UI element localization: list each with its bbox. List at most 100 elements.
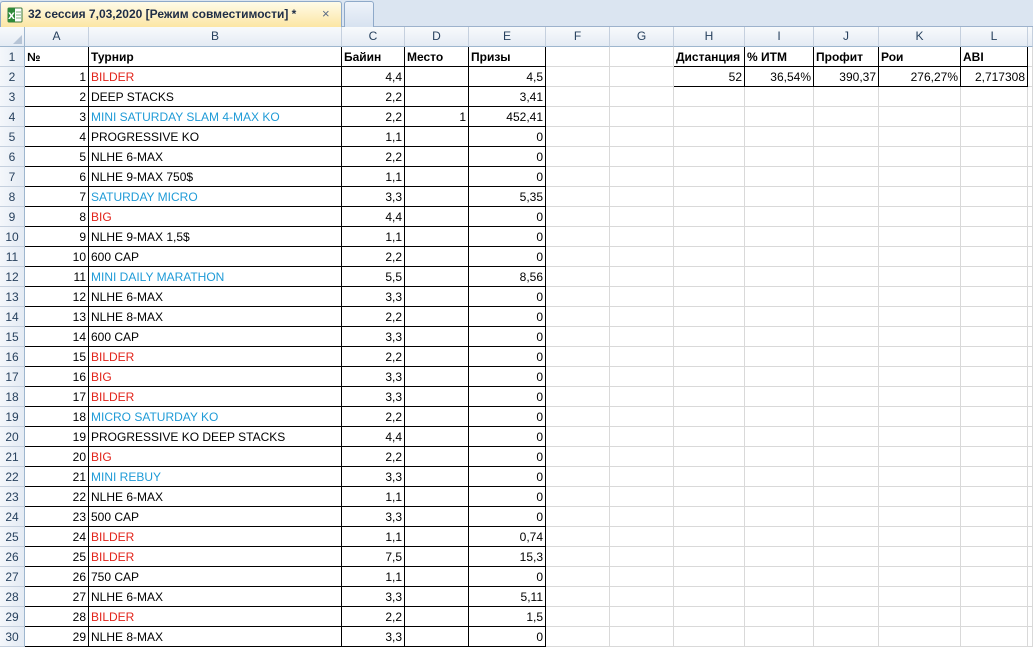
cell-empty[interactable]: [1028, 167, 1033, 187]
cell-empty[interactable]: [745, 287, 814, 307]
cell-place[interactable]: [405, 367, 469, 387]
cell-empty[interactable]: [879, 87, 961, 107]
cell-tournament[interactable]: NLHE 9-MAX 1,5$: [89, 227, 342, 247]
cell-number[interactable]: 1: [25, 67, 89, 87]
cell-empty[interactable]: [546, 67, 610, 87]
cell-number[interactable]: 9: [25, 227, 89, 247]
row-header-17[interactable]: 17: [0, 367, 25, 387]
cell-empty[interactable]: [610, 207, 674, 227]
cell-empty[interactable]: [879, 267, 961, 287]
cell-empty[interactable]: [1028, 207, 1033, 227]
cell-empty[interactable]: [745, 327, 814, 347]
cell-number[interactable]: 26: [25, 567, 89, 587]
cell-empty[interactable]: [610, 67, 674, 87]
cell-empty[interactable]: [814, 407, 879, 427]
cell-number[interactable]: 25: [25, 547, 89, 567]
cell-empty[interactable]: [814, 367, 879, 387]
cell-empty[interactable]: [961, 367, 1028, 387]
cell-empty[interactable]: [546, 547, 610, 567]
table-header[interactable]: Байин: [342, 47, 405, 67]
column-header-f[interactable]: F: [546, 27, 610, 47]
workbook-tab[interactable]: X 32 сессия 7,03,2020 [Режим совместимос…: [0, 1, 342, 27]
cell-empty[interactable]: [1028, 587, 1033, 607]
cell-empty[interactable]: [546, 427, 610, 447]
cell-tournament[interactable]: NLHE 6-MAX: [89, 147, 342, 167]
cell-empty[interactable]: [745, 427, 814, 447]
cell-empty[interactable]: [1028, 467, 1033, 487]
cell-empty[interactable]: [879, 447, 961, 467]
cell-place[interactable]: [405, 427, 469, 447]
cell-empty[interactable]: [745, 307, 814, 327]
cell-prize[interactable]: 0: [469, 567, 546, 587]
cell-prize[interactable]: 0: [469, 487, 546, 507]
cell-empty[interactable]: [546, 327, 610, 347]
cell-empty[interactable]: [610, 127, 674, 147]
cell-empty[interactable]: [814, 307, 879, 327]
table-header[interactable]: Место: [405, 47, 469, 67]
row-header-7[interactable]: 7: [0, 167, 25, 187]
column-header-a[interactable]: A: [25, 27, 89, 47]
cell-tournament[interactable]: BILDER: [89, 527, 342, 547]
cell-buyin[interactable]: 2,2: [342, 347, 405, 367]
cell-empty[interactable]: [961, 527, 1028, 547]
cell-buyin[interactable]: 1,1: [342, 567, 405, 587]
cell-empty[interactable]: [814, 427, 879, 447]
cell-number[interactable]: 13: [25, 307, 89, 327]
cell-empty[interactable]: [546, 227, 610, 247]
cell-empty[interactable]: [814, 487, 879, 507]
cell-empty[interactable]: [879, 247, 961, 267]
cell-empty[interactable]: [610, 367, 674, 387]
cell-empty[interactable]: [961, 587, 1028, 607]
cell-number[interactable]: 19: [25, 427, 89, 447]
cell-empty[interactable]: [1028, 47, 1033, 67]
column-header-h[interactable]: H: [674, 27, 745, 47]
cell-empty[interactable]: [745, 387, 814, 407]
cell-empty[interactable]: [961, 347, 1028, 367]
cell-empty[interactable]: [1028, 247, 1033, 267]
cell-empty[interactable]: [610, 167, 674, 187]
cell-empty[interactable]: [674, 167, 745, 187]
cell-prize[interactable]: 0: [469, 627, 546, 647]
cell-empty[interactable]: [546, 487, 610, 507]
summary-value[interactable]: 36,54%: [745, 67, 814, 87]
row-header-16[interactable]: 16: [0, 347, 25, 367]
cell-number[interactable]: 12: [25, 287, 89, 307]
cell-tournament[interactable]: MINI DAILY MARATHON: [89, 267, 342, 287]
cell-empty[interactable]: [1028, 427, 1033, 447]
cell-empty[interactable]: [814, 247, 879, 267]
cell-place[interactable]: [405, 387, 469, 407]
cell-empty[interactable]: [879, 127, 961, 147]
cell-empty[interactable]: [674, 107, 745, 127]
cell-prize[interactable]: 0: [469, 227, 546, 247]
cell-number[interactable]: 2: [25, 87, 89, 107]
cell-empty[interactable]: [745, 227, 814, 247]
cell-prize[interactable]: 5,35: [469, 187, 546, 207]
cell-empty[interactable]: [674, 407, 745, 427]
cell-number[interactable]: 16: [25, 367, 89, 387]
cell-empty[interactable]: [674, 387, 745, 407]
cell-empty[interactable]: [745, 367, 814, 387]
cell-empty[interactable]: [610, 387, 674, 407]
cell-empty[interactable]: [674, 187, 745, 207]
row-header-4[interactable]: 4: [0, 107, 25, 127]
cell-number[interactable]: 8: [25, 207, 89, 227]
cell-buyin[interactable]: 7,5: [342, 547, 405, 567]
worksheet-grid[interactable]: № Турнир Байин Место Призы 1 BILDER 4,4 4,5 2 DEEP…: [25, 47, 1033, 648]
cell-place[interactable]: [405, 87, 469, 107]
cell-prize[interactable]: 0: [469, 407, 546, 427]
cell-number[interactable]: 28: [25, 607, 89, 627]
cell-prize[interactable]: 3,41: [469, 87, 546, 107]
cell-empty[interactable]: [961, 567, 1028, 587]
cell-place[interactable]: [405, 547, 469, 567]
cell-empty[interactable]: [879, 627, 961, 647]
row-header-11[interactable]: 11: [0, 247, 25, 267]
cell-empty[interactable]: [745, 247, 814, 267]
cell-empty[interactable]: [814, 187, 879, 207]
cell-empty[interactable]: [879, 327, 961, 347]
cell-empty[interactable]: [1028, 367, 1033, 387]
cell-empty[interactable]: [745, 447, 814, 467]
cell-empty[interactable]: [814, 527, 879, 547]
row-header-14[interactable]: 14: [0, 307, 25, 327]
cell-empty[interactable]: [879, 507, 961, 527]
cell-empty[interactable]: [961, 407, 1028, 427]
